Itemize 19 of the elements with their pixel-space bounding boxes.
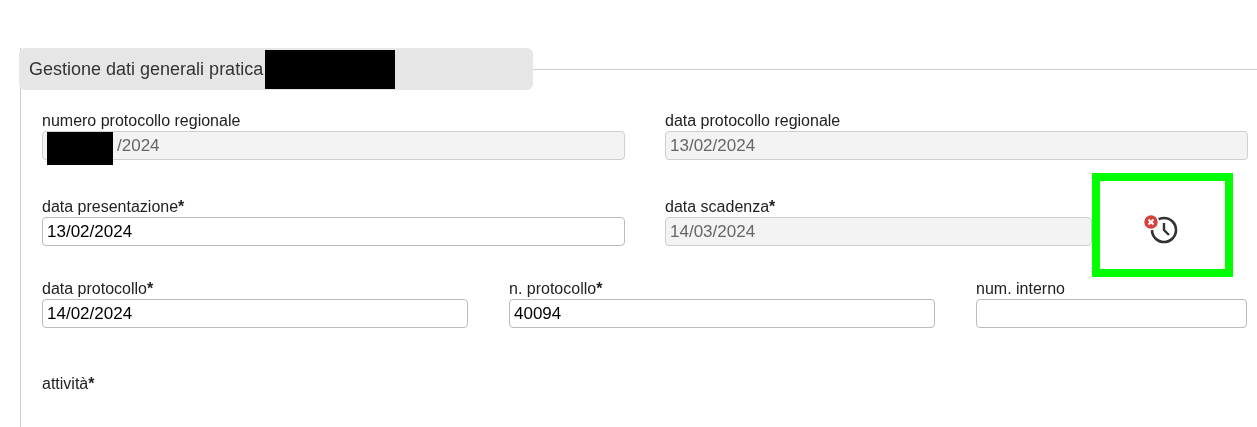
required-mark: *: [769, 198, 776, 215]
field-label: data scadenza: [665, 198, 770, 215]
field-label: data protocollo: [42, 280, 147, 297]
field-label: data protocollo regionale: [665, 112, 841, 129]
field-label: num. interno: [976, 280, 1065, 297]
required-mark: *: [146, 280, 154, 297]
input-field[interactable]: 14/02/2024: [42, 299, 468, 328]
required-mark: *: [596, 280, 603, 297]
field-label: n. protocollo: [509, 280, 597, 297]
input-field[interactable]: [976, 299, 1247, 328]
clear-history-icon[interactable]: [1142, 212, 1180, 246]
required-mark: *: [178, 198, 185, 215]
section-title: Gestione dati generali pratica: [29, 58, 264, 80]
field-label: data presentazione: [42, 198, 179, 215]
input-field[interactable]: 40094: [509, 299, 935, 328]
field-label: numero protocollo regionale: [42, 112, 241, 129]
field-label: attività: [42, 375, 89, 392]
required-mark: *: [88, 375, 95, 392]
input-field[interactable]: 13/02/2024: [42, 217, 625, 246]
